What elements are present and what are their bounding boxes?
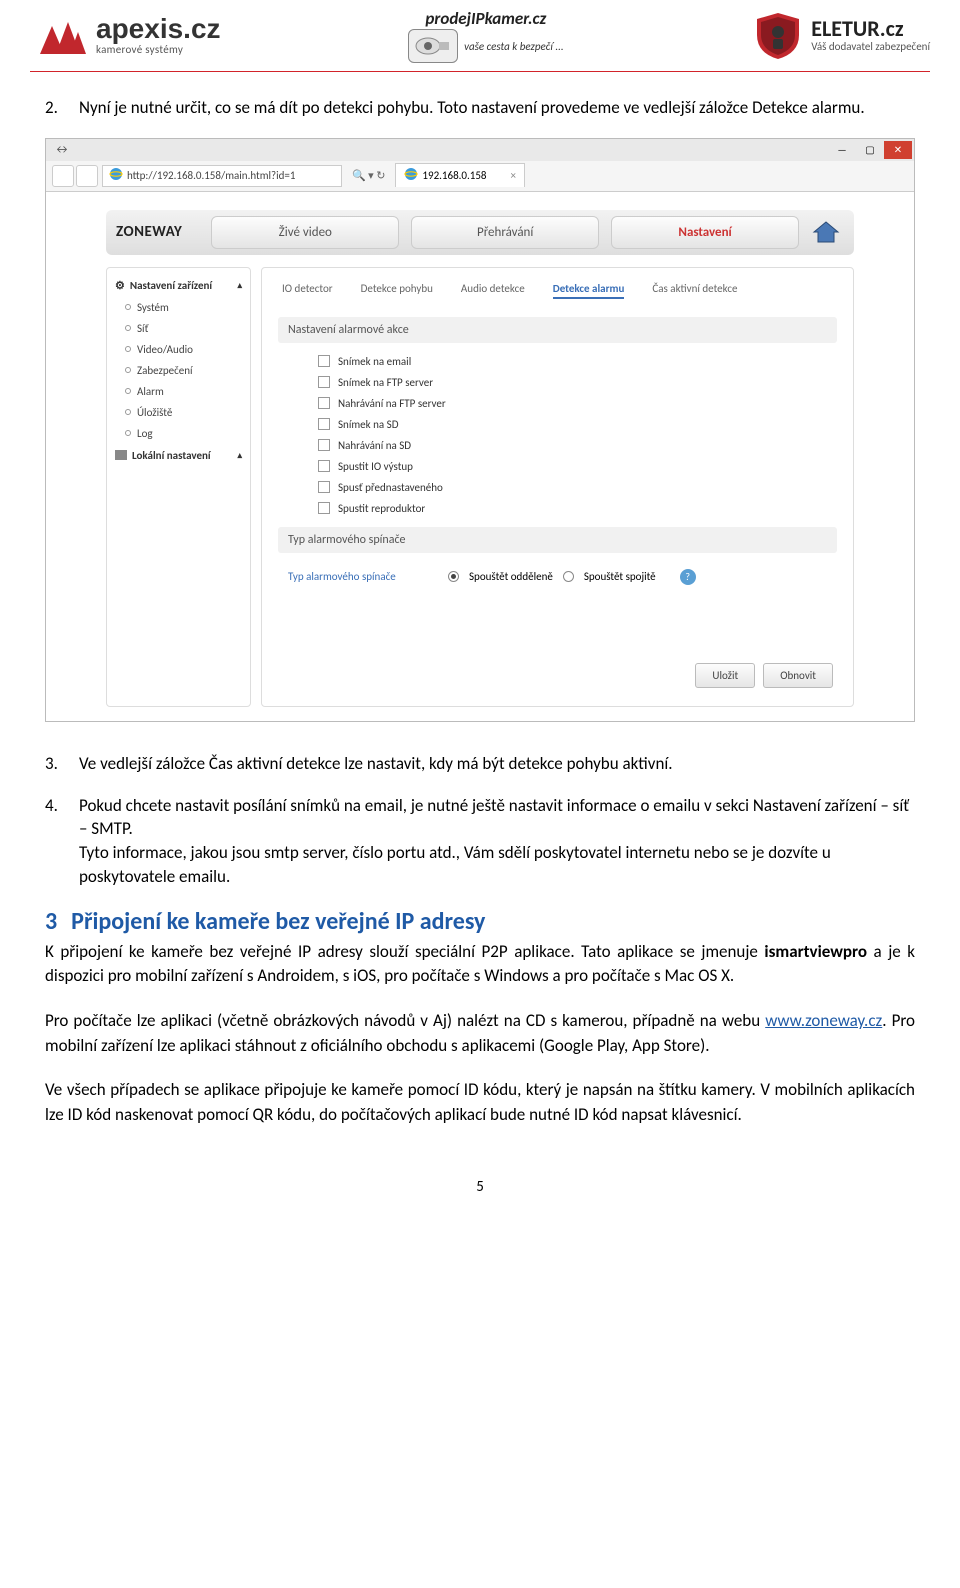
check-row[interactable]: Spustit reproduktor <box>278 498 837 519</box>
apexis-mark-icon <box>30 14 90 58</box>
checkbox-icon[interactable] <box>318 460 330 472</box>
sidebar-item-alarm[interactable]: Alarm <box>107 381 250 402</box>
list-item-4: 4. Pokud chcete nastavit posílání snímků… <box>45 794 915 889</box>
refresh-button[interactable]: Obnovit <box>763 663 833 688</box>
search-dropdown-icon[interactable]: 🔍 ▾ ↻ <box>346 169 391 182</box>
tab-live[interactable]: Živé video <box>211 216 399 249</box>
sidebar-item-network[interactable]: Síť <box>107 318 250 339</box>
sidebar: ⚙Nastavení zařízení ▴ Systém Síť Video/A… <box>106 267 251 707</box>
check-row[interactable]: Nahrávání na FTP server <box>278 393 837 414</box>
checkbox-icon[interactable] <box>318 397 330 409</box>
ie-icon <box>109 167 123 184</box>
list-number: 2. <box>45 96 79 120</box>
list-number: 4. <box>45 794 79 889</box>
tab-settings[interactable]: Nastavení <box>611 216 799 249</box>
sidebar-item-videoaudio[interactable]: Video/Audio <box>107 339 250 360</box>
camera-icon <box>408 29 458 63</box>
paragraph: Pro počítače lze aplikaci (včetně obrázk… <box>45 1009 915 1058</box>
check-row[interactable]: Spustit IO výstup <box>278 456 837 477</box>
gear-icon: ⚙ <box>115 279 125 292</box>
back-button[interactable] <box>52 165 74 187</box>
browser-screenshot: ↔ — ▢ ✕ http://192.168.0.158/main.html?i… <box>45 138 915 722</box>
arrows-icon: ↔ <box>48 141 76 159</box>
tab-playback[interactable]: Přehrávání <box>411 216 599 249</box>
app-header: ZONEWAY Živé video Přehrávání Nastavení <box>106 210 854 255</box>
subtab-motion[interactable]: Detekce pohybu <box>361 282 433 299</box>
list-text: Nyní je nutné určit, co se má dít po det… <box>79 96 915 120</box>
forward-button[interactable] <box>76 165 98 187</box>
list-item-2: 2. Nyní je nutné určit, co se má dít po … <box>45 96 915 120</box>
main-panel: IO detector Detekce pohybu Audio detekce… <box>261 267 854 707</box>
prodej-title: prodejIPkamer.cz <box>408 8 564 29</box>
page-number: 5 <box>45 1148 915 1216</box>
sidebar-section-device[interactable]: ⚙Nastavení zařízení ▴ <box>107 274 250 297</box>
check-row[interactable]: Nahrávání na SD <box>278 435 837 456</box>
save-button[interactable]: Uložit <box>695 663 755 688</box>
caret-up-icon: ▴ <box>237 280 242 291</box>
heading-section-3: 3 Připojení ke kameře bez veřejné IP adr… <box>45 907 915 936</box>
document-body: 2. Nyní je nutné určit, co se má dít po … <box>0 96 960 1256</box>
subtab-alarm[interactable]: Detekce alarmu <box>553 282 625 299</box>
close-button[interactable]: ✕ <box>884 141 912 159</box>
subtab-io[interactable]: IO detector <box>282 282 333 299</box>
help-icon[interactable]: ? <box>680 569 696 585</box>
tab-title: 192.168.0.158 <box>422 169 486 182</box>
check-row[interactable]: Snímek na email <box>278 351 837 372</box>
radio-row: Typ alarmového spínače Spouštět odděleně… <box>278 561 837 593</box>
caret-up-icon: ▴ <box>237 450 242 461</box>
url-field[interactable]: http://192.168.0.158/main.html?id=1 <box>102 165 342 187</box>
paragraph: Ve všech případech se aplikace připojuje… <box>45 1078 915 1127</box>
checkbox-icon[interactable] <box>318 376 330 388</box>
checkbox-icon[interactable] <box>318 418 330 430</box>
zoneway-link[interactable]: www.zoneway.cz <box>765 1010 882 1031</box>
paragraph: K připojení ke kameře bez veřejné IP adr… <box>45 940 915 989</box>
folder-icon <box>115 450 127 460</box>
app-logo: ZONEWAY <box>116 223 202 241</box>
url-text: http://192.168.0.158/main.html?id=1 <box>127 169 295 182</box>
section-switch-type: Typ alarmového spínače <box>278 527 837 553</box>
list-text: Pokud chcete nastavit posílání snímků na… <box>79 794 915 889</box>
checkbox-icon[interactable] <box>318 439 330 451</box>
radio-together[interactable] <box>563 571 574 582</box>
apexis-subtitle: kamerové systémy <box>96 43 221 56</box>
apexis-title: apexis.cz <box>96 15 221 43</box>
radio-group-label: Typ alarmového spínače <box>288 570 438 583</box>
sidebar-item-security[interactable]: Zabezpečení <box>107 360 250 381</box>
ie-icon <box>404 167 418 184</box>
logo-eletur: ELETUR.cz Váš dodavatel zabezpečení <box>751 9 930 63</box>
tab-close-icon[interactable]: × <box>511 169 516 182</box>
sub-tabs: IO detector Detekce pohybu Audio detekce… <box>278 278 837 309</box>
header-separator <box>30 71 930 72</box>
checkbox-icon[interactable] <box>318 355 330 367</box>
address-bar-row: http://192.168.0.158/main.html?id=1 🔍 ▾ … <box>46 161 914 192</box>
section-alarm-action: Nastavení alarmové akce <box>278 317 837 343</box>
sidebar-item-system[interactable]: Systém <box>107 297 250 318</box>
eletur-subtitle: Váš dodavatel zabezpečení <box>811 40 930 53</box>
prodej-slogan: vaše cesta k bezpečí ... <box>464 40 564 53</box>
check-row[interactable]: Spusť přednastaveného <box>278 477 837 498</box>
checkbox-icon[interactable] <box>318 502 330 514</box>
subtab-schedule[interactable]: Čas aktivní detekce <box>652 282 737 299</box>
shield-icon <box>751 9 805 63</box>
maximize-button[interactable]: ▢ <box>856 141 884 159</box>
eletur-title: ELETUR.cz <box>811 18 930 40</box>
window-titlebar: ↔ — ▢ ✕ <box>46 139 914 161</box>
sidebar-item-storage[interactable]: Úložiště <box>107 402 250 423</box>
list-item-3: 3. Ve vedlejší záložce Čas aktivní detek… <box>45 752 915 776</box>
logo-apexis: apexis.cz kamerové systémy <box>30 14 221 58</box>
sidebar-item-log[interactable]: Log <box>107 423 250 444</box>
checkbox-icon[interactable] <box>318 481 330 493</box>
list-text: Ve vedlejší záložce Čas aktivní detekce … <box>79 752 915 776</box>
check-row[interactable]: Snímek na FTP server <box>278 372 837 393</box>
minimize-button[interactable]: — <box>828 141 856 159</box>
list-number: 3. <box>45 752 79 776</box>
home-icon[interactable] <box>808 217 844 247</box>
page-header: apexis.cz kamerové systémy prodejIPkamer… <box>0 0 960 71</box>
sidebar-section-local[interactable]: Lokální nastavení ▴ <box>107 444 250 467</box>
radio-separate[interactable] <box>448 571 459 582</box>
check-row[interactable]: Snímek na SD <box>278 414 837 435</box>
subtab-audio[interactable]: Audio detekce <box>461 282 525 299</box>
browser-tab[interactable]: 192.168.0.158 × <box>395 163 525 187</box>
logo-prodej: prodejIPkamer.cz vaše cesta k bezpečí ..… <box>408 8 564 63</box>
